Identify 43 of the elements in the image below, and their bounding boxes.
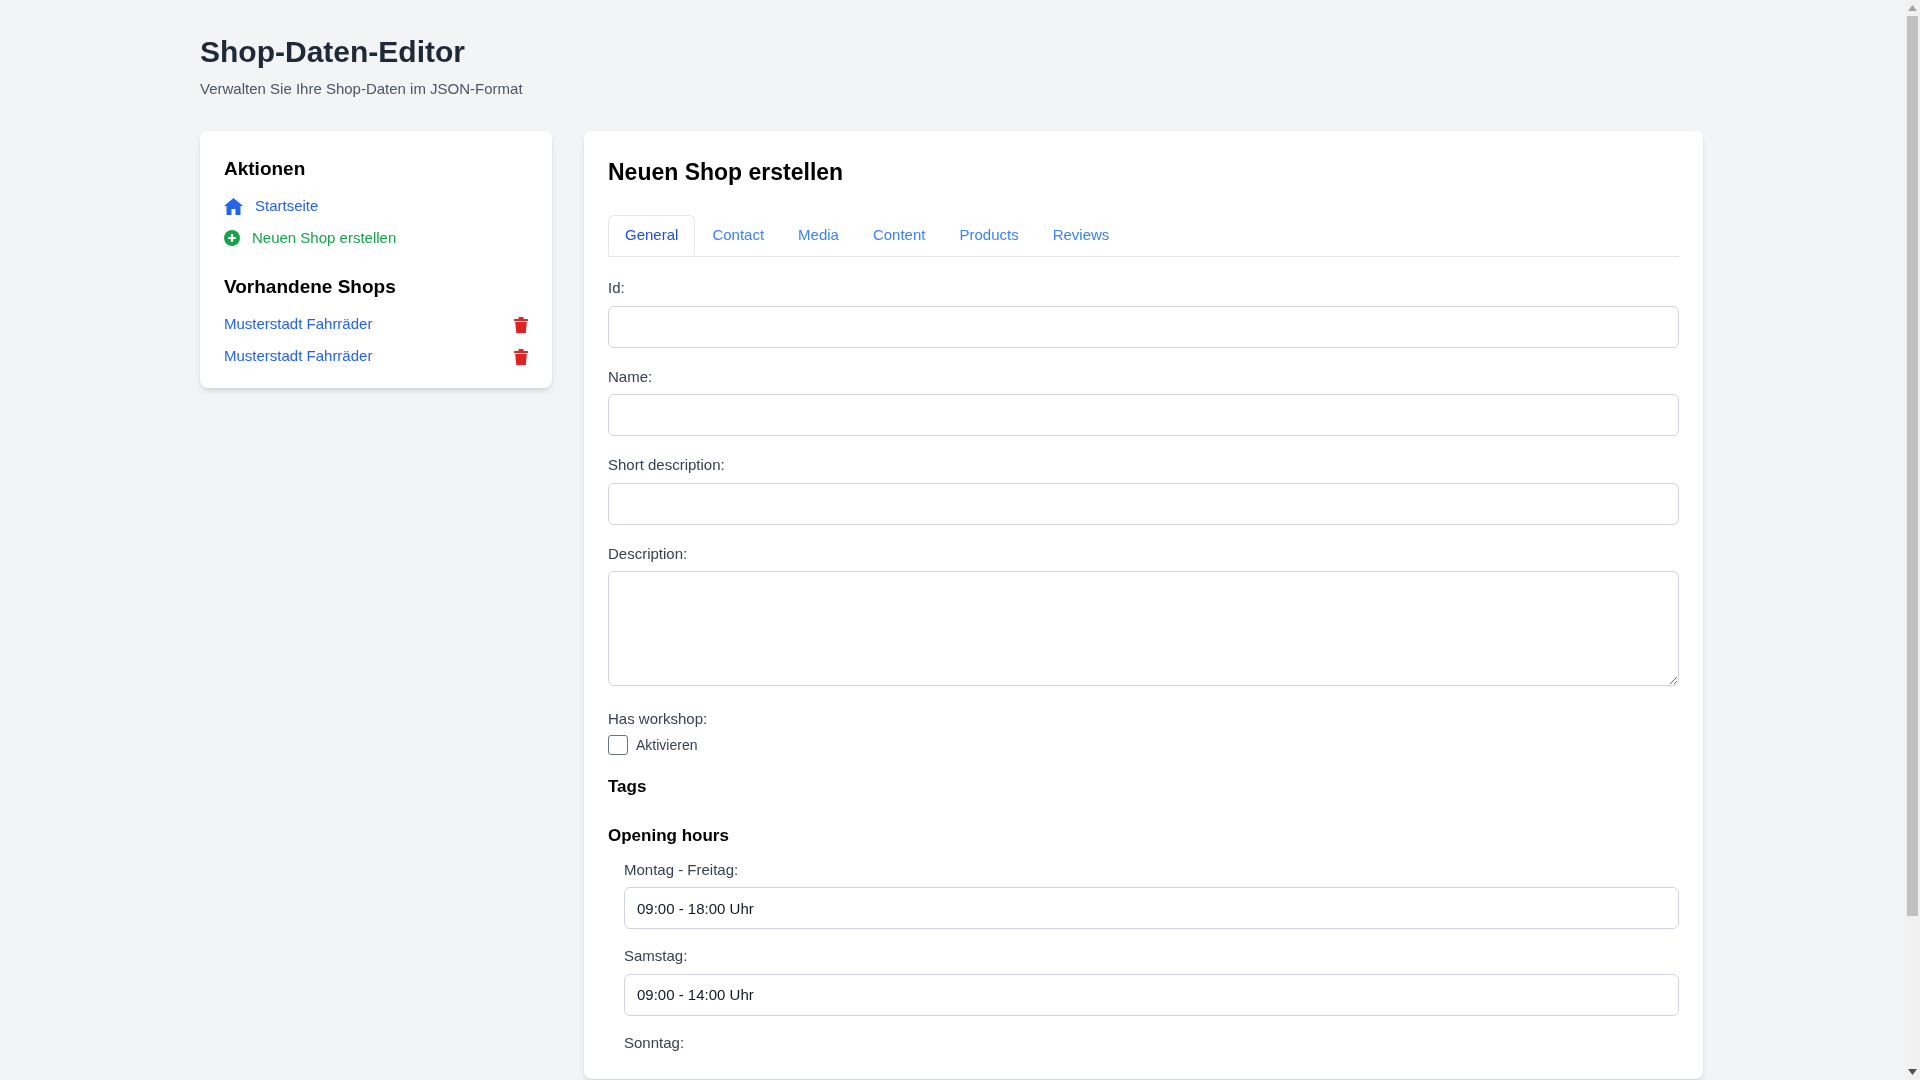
- scrollbar[interactable]: [1905, 0, 1920, 1080]
- input-field[interactable]: [608, 482, 1679, 525]
- input-field[interactable]: 09:00 - 18:00 Uhr: [624, 887, 1679, 929]
- trash-icon: [514, 348, 528, 365]
- create-shop-link[interactable]: Neuen Shop erstellen: [252, 226, 397, 250]
- section-heading: Opening hours: [608, 825, 729, 847]
- section-heading: Tags: [608, 775, 647, 798]
- scroll-up-icon[interactable]: [1908, 5, 1917, 11]
- tab[interactable]: Products: [942, 215, 1036, 256]
- field-label: Id:: [608, 278, 625, 298]
- textarea-field[interactable]: [608, 571, 1679, 686]
- tab[interactable]: Content: [855, 215, 943, 256]
- tab[interactable]: Reviews: [1035, 215, 1127, 256]
- tab[interactable]: Contact: [695, 215, 782, 256]
- input-field[interactable]: [608, 394, 1679, 436]
- plus-circle-icon: [224, 230, 240, 246]
- field-label: Sonntag:: [624, 1032, 685, 1053]
- page-subtitle: Verwalten Sie Ihre Shop-Daten im JSON-Format: [200, 79, 523, 99]
- input-field[interactable]: [608, 305, 1679, 348]
- tab[interactable]: General: [608, 215, 696, 256]
- page-title: Shop-Daten-Editor: [200, 34, 465, 70]
- checkbox-label: Aktivieren: [636, 735, 698, 755]
- scroll-down-icon[interactable]: [1908, 1069, 1917, 1075]
- field-label: Montag - Freitag:: [624, 859, 739, 880]
- home-link[interactable]: Startseite: [255, 194, 319, 218]
- shop-link[interactable]: Musterstadt Fahrräder: [224, 313, 373, 336]
- field-label: Description:: [608, 543, 688, 564]
- field-label: Name:: [608, 366, 653, 387]
- field-label: Short description:: [608, 455, 725, 475]
- delete-button[interactable]: [514, 316, 528, 333]
- checkbox[interactable]: [608, 735, 628, 755]
- home-icon: [224, 197, 243, 215]
- tab[interactable]: Media: [781, 215, 856, 256]
- section-heading: Vorhandene Shops: [224, 275, 396, 299]
- input-field[interactable]: 09:00 - 14:00 Uhr: [624, 973, 1679, 1016]
- section-heading: Aktionen: [224, 156, 306, 181]
- field-label: Samstag:: [624, 946, 688, 966]
- scrollbar-thumb[interactable]: [1907, 16, 1918, 916]
- form-title: Neuen Shop erstellen: [608, 157, 844, 187]
- trash-icon: [514, 316, 528, 333]
- shop-link[interactable]: Musterstadt Fahrräder: [224, 345, 373, 368]
- delete-button[interactable]: [514, 348, 528, 365]
- field-label: Has workshop:: [608, 709, 708, 729]
